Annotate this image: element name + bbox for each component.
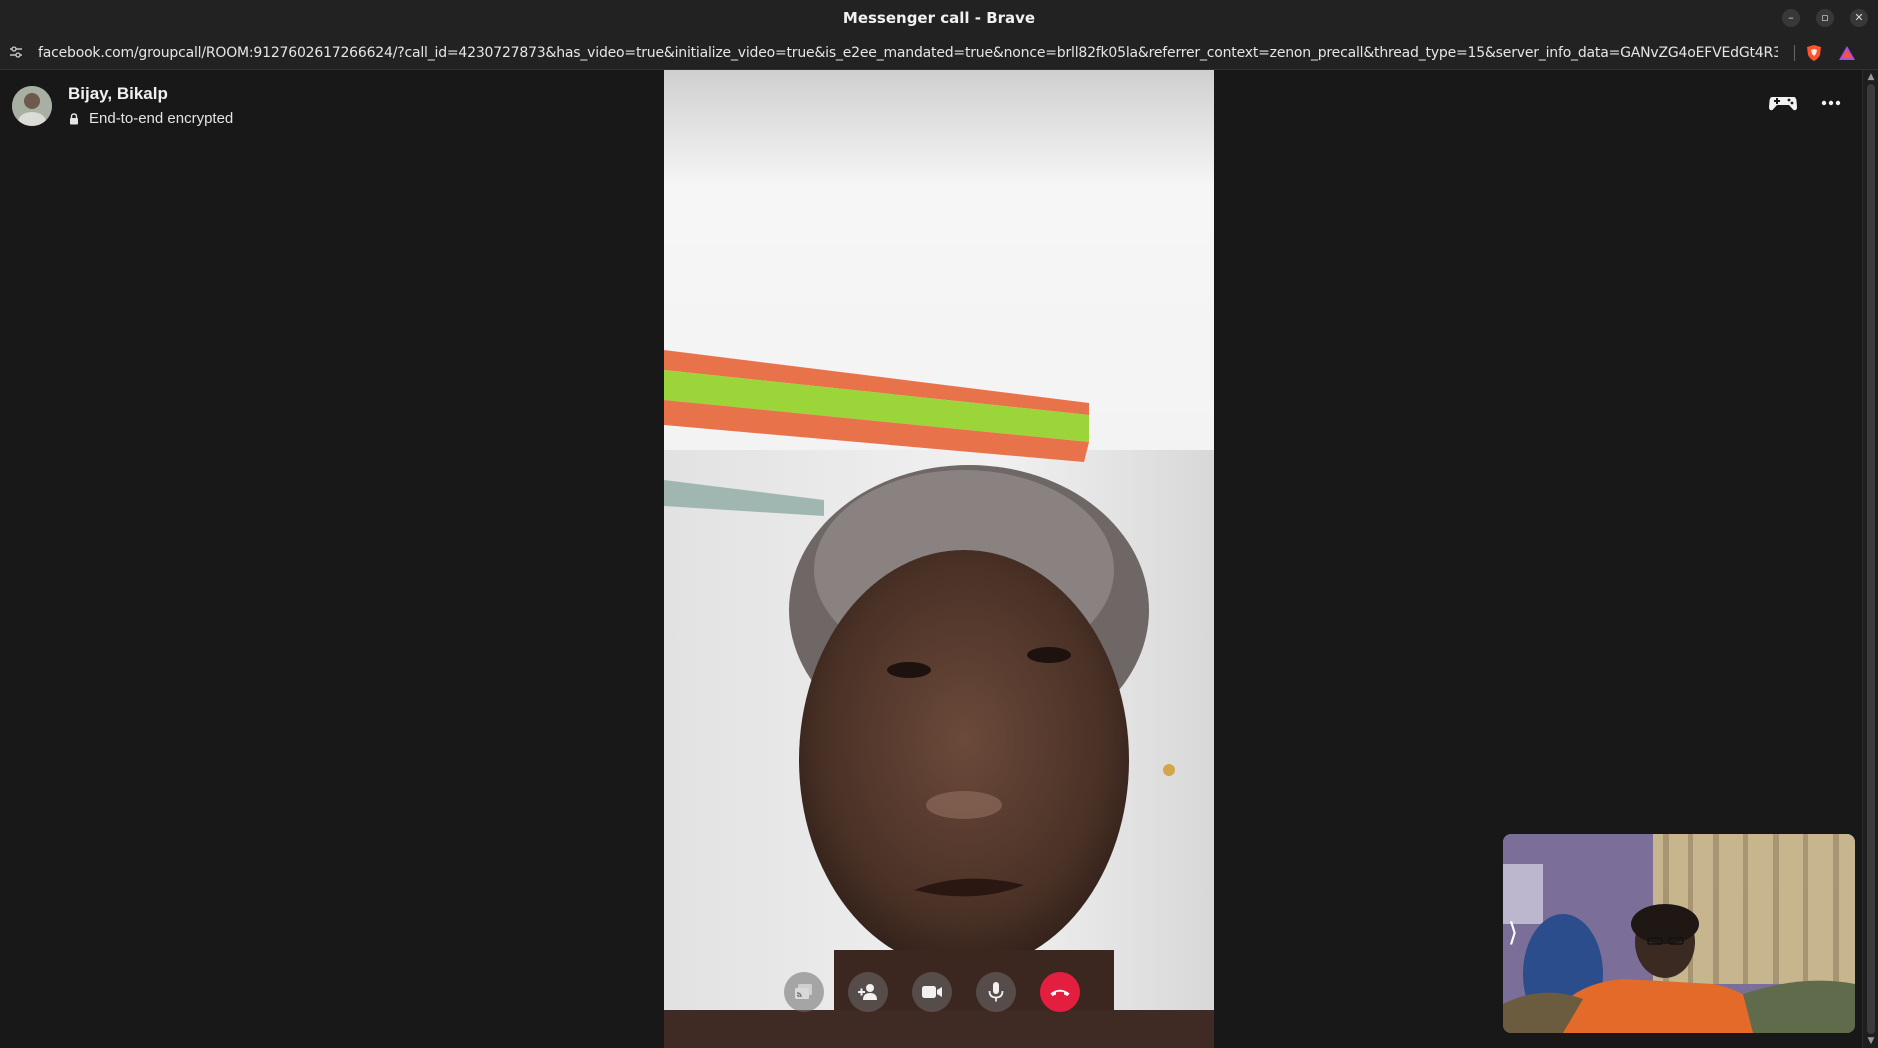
video-camera-icon bbox=[922, 986, 942, 998]
lock-icon bbox=[70, 113, 78, 125]
encryption-status: End-to-end encrypted bbox=[89, 110, 234, 127]
scroll-down-arrow[interactable]: ▼ bbox=[1866, 1036, 1876, 1046]
more-options-button[interactable] bbox=[1814, 88, 1848, 118]
self-video-frame bbox=[1503, 834, 1855, 1033]
call-controls bbox=[784, 972, 1084, 1012]
brave-rewards-icon[interactable] bbox=[1838, 44, 1856, 62]
self-video-preview[interactable] bbox=[1503, 834, 1855, 1033]
brave-shield-icon[interactable] bbox=[1805, 44, 1823, 62]
close-button[interactable]: ✕ bbox=[1850, 9, 1868, 27]
address-divider bbox=[1794, 45, 1795, 61]
restore-button[interactable]: ▫ bbox=[1816, 9, 1834, 27]
add-person-icon bbox=[858, 984, 877, 1000]
minimize-button[interactable]: – bbox=[1782, 9, 1800, 27]
address-bar: facebook.com/groupcall/ROOM:912760261726… bbox=[0, 36, 1878, 70]
remote-video-frame bbox=[664, 70, 1214, 1048]
page-scrollbar[interactable]: ▲ ▼ bbox=[1862, 70, 1878, 1048]
remote-video bbox=[664, 70, 1214, 1048]
share-screen-button[interactable] bbox=[784, 972, 824, 1012]
window-title: Messenger call - Brave bbox=[842, 9, 1036, 27]
microphone-icon bbox=[988, 982, 1004, 1002]
end-call-icon bbox=[1050, 989, 1070, 996]
participants-name[interactable]: Bijay, Bikalp bbox=[68, 84, 168, 104]
share-screen-icon bbox=[795, 984, 812, 999]
games-button[interactable] bbox=[1766, 88, 1800, 118]
gamepad-icon bbox=[1769, 97, 1797, 111]
scroll-up-arrow[interactable]: ▲ bbox=[1866, 72, 1876, 82]
end-call-button[interactable] bbox=[1040, 972, 1080, 1012]
add-person-button[interactable] bbox=[848, 972, 888, 1012]
scrollbar-thumb[interactable] bbox=[1867, 84, 1875, 1034]
url-field[interactable]: facebook.com/groupcall/ROOM:912760261726… bbox=[38, 36, 1778, 70]
collapse-self-view-button[interactable]: ⟩ bbox=[1503, 910, 1523, 956]
more-dots-icon bbox=[1821, 100, 1841, 106]
video-toggle-button[interactable] bbox=[912, 972, 952, 1012]
avatar[interactable] bbox=[12, 86, 52, 126]
tune-icon[interactable] bbox=[9, 45, 23, 59]
mic-toggle-button[interactable] bbox=[976, 972, 1016, 1012]
window-titlebar: Messenger call - Brave – ▫ ✕ bbox=[0, 0, 1878, 36]
